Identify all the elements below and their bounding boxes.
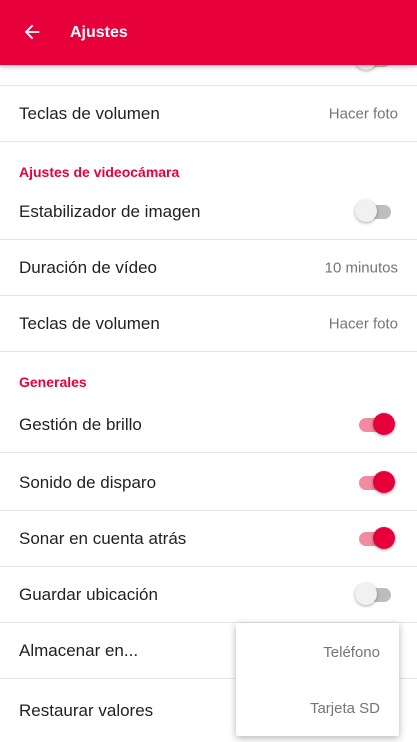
setting-label: Gestión de brillo xyxy=(19,414,142,434)
setting-label: Estabilizador de imagen xyxy=(19,201,201,221)
setting-row-video-volume-keys[interactable]: Teclas de volumen Hacer foto xyxy=(0,296,417,352)
settings-screen: Teclas de volumen Hacer foto Ajustes de … xyxy=(0,0,417,742)
setting-value: Hacer foto xyxy=(328,315,398,332)
setting-label: Sonar en cuenta atrás xyxy=(19,528,187,548)
back-button[interactable] xyxy=(14,14,50,50)
setting-row-shutter-sound[interactable]: Sonido de disparo xyxy=(0,455,417,511)
setting-row-video-duration[interactable]: Duración de vídeo 10 minutos xyxy=(0,240,417,296)
app-bar: Ajustes xyxy=(0,0,417,65)
image-stabilizer-toggle[interactable] xyxy=(355,199,395,224)
setting-row-photo-volume-keys[interactable]: Teclas de volumen Hacer foto xyxy=(0,86,417,142)
setting-label: Restaurar valores xyxy=(19,701,154,720)
save-location-toggle[interactable] xyxy=(355,582,395,607)
storage-options-menu: Teléfono Tarjeta SD xyxy=(236,623,399,736)
setting-label: Teclas de volumen xyxy=(19,103,160,123)
storage-option-sd-card[interactable]: Tarjeta SD xyxy=(310,700,380,717)
setting-value: Hacer foto xyxy=(328,105,398,122)
setting-label: Guardar ubicación xyxy=(19,584,158,604)
countdown-sound-toggle[interactable] xyxy=(355,526,395,551)
setting-value: 10 minutos xyxy=(324,259,398,276)
setting-label: Duración de vídeo xyxy=(19,257,157,277)
storage-option-phone[interactable]: Teléfono xyxy=(323,644,380,661)
section-header-video: Ajustes de videocámara xyxy=(19,164,180,180)
shutter-sound-toggle[interactable] xyxy=(355,470,395,495)
setting-row-save-location[interactable]: Guardar ubicación xyxy=(0,567,417,623)
setting-row-countdown-sound[interactable]: Sonar en cuenta atrás xyxy=(0,511,417,567)
section-header-general: Generales xyxy=(19,374,87,390)
setting-label: Almacenar en... xyxy=(19,640,139,660)
arrow-left-icon xyxy=(24,24,40,40)
brightness-toggle[interactable] xyxy=(355,412,395,437)
setting-row-image-stabilizer[interactable]: Estabilizador de imagen xyxy=(0,184,417,240)
setting-row-brightness[interactable]: Gestión de brillo xyxy=(0,397,417,453)
setting-label: Sonido de disparo xyxy=(19,472,157,492)
setting-label: Teclas de volumen xyxy=(19,313,160,333)
page-title: Ajustes xyxy=(70,24,128,41)
